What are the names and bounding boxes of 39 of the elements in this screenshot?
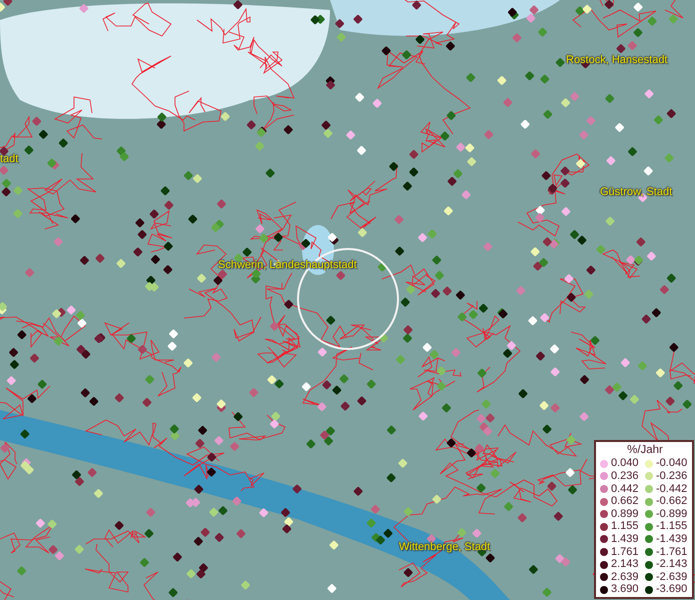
boundary-line: [0, 442, 18, 480]
boundary-line: [102, 2, 172, 36]
legend-value: 3.690: [611, 583, 639, 596]
place-label: tadt: [0, 153, 18, 165]
legend-title: %/Jahr: [626, 444, 664, 456]
boundary-line: [16, 315, 86, 346]
place-label: Güstrow, Stadt: [600, 186, 672, 198]
legend-value: -1.761: [656, 546, 688, 558]
boundary-line: [54, 96, 102, 140]
legend-value: -0.442: [656, 482, 688, 496]
legend-value: -0.899: [656, 508, 688, 520]
legend-value: 1.439: [611, 533, 639, 546]
place-label: Rostock, Hansestadt: [566, 54, 668, 66]
legend-value: -0.236: [656, 470, 688, 483]
legend-value: 0.442: [611, 482, 639, 496]
boundary-line: [602, 250, 640, 279]
boundary-line: [0, 524, 54, 554]
legend-value: 1.761: [611, 546, 639, 558]
boundary-line: [350, 164, 398, 206]
legend-value: -0.662: [656, 495, 688, 508]
boundary-line: [248, 52, 295, 98]
boundary-line: [254, 96, 294, 132]
boundary-line: [382, 264, 436, 296]
boundary-line: [0, 316, 50, 348]
legend-value: 0.899: [611, 508, 639, 520]
legend-value: -1.439: [656, 533, 688, 546]
legend-value: 0.236: [611, 470, 639, 483]
boundary-line: [544, 278, 586, 322]
legend-value: -0.040: [656, 457, 688, 470]
legend-value: 0.662: [611, 495, 639, 508]
legend-value: -1.155: [656, 520, 688, 534]
boundary-line: [147, 210, 172, 252]
legend-value: 1.155: [611, 520, 639, 534]
boundary-line: [196, 8, 250, 44]
legend-value: -3.690: [656, 583, 688, 596]
legend-value: 0.040: [611, 457, 639, 470]
boundary-line: [228, 412, 286, 440]
boundary-line: [228, 32, 282, 68]
boundary-line: [570, 332, 606, 370]
